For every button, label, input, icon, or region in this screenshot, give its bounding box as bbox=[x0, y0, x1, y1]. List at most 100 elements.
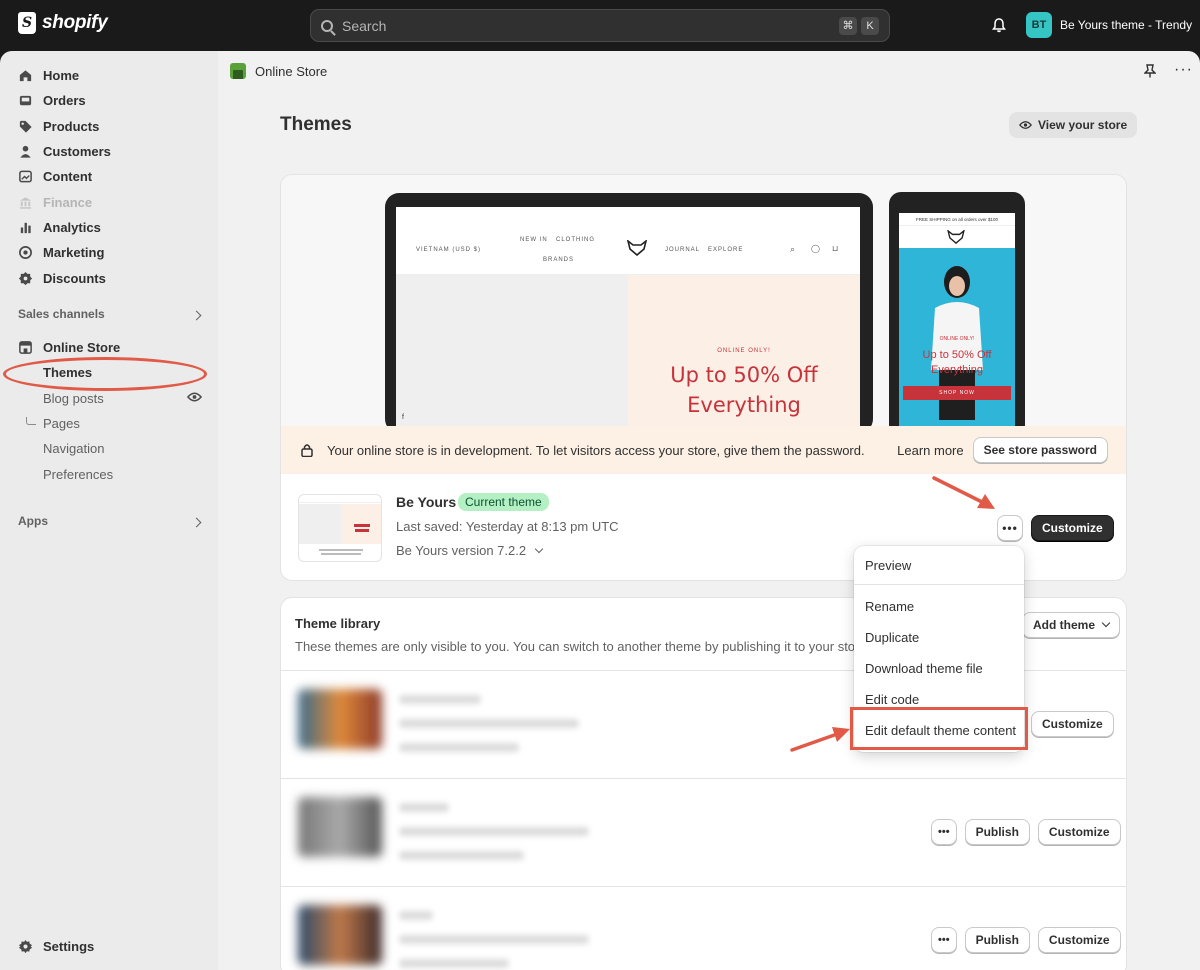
chevron-right-icon[interactable] bbox=[191, 517, 202, 528]
themes-annotation-oval bbox=[3, 357, 207, 391]
view-store-button[interactable]: View your store bbox=[1009, 112, 1138, 138]
library-customize-button[interactable]: Customize bbox=[1031, 711, 1114, 737]
menu-item-edit-code[interactable]: Edit code bbox=[865, 692, 919, 707]
shortcut-k-key: K bbox=[861, 16, 879, 35]
blurred-version bbox=[399, 959, 509, 968]
sidebar-item-marketing[interactable]: Marketing bbox=[18, 241, 104, 263]
store-switcher[interactable]: BT Be Yours theme - Trendy bbox=[1026, 12, 1192, 38]
sidebar-item-label: Finance bbox=[43, 194, 93, 210]
sidebar-item-finance: Finance bbox=[18, 191, 92, 213]
phone-promo-line2: Everything bbox=[931, 364, 983, 376]
top-bar: shopify ⌘ K BT Be Yours theme - Trendy bbox=[0, 0, 1200, 51]
annotation-arrow-icon bbox=[790, 727, 850, 752]
sidebar-item-settings[interactable]: Settings bbox=[18, 935, 94, 957]
blurred-theme-name bbox=[399, 911, 433, 920]
apps-label[interactable]: Apps bbox=[18, 514, 48, 528]
chevron-down-icon bbox=[534, 544, 544, 553]
sidebar-item-home[interactable]: Home bbox=[18, 64, 79, 86]
preview-nav-clothing: CLOTHING bbox=[556, 237, 596, 243]
preview-search-icon: ⌕ bbox=[790, 244, 797, 254]
current-theme-customize-button[interactable]: Customize bbox=[1031, 515, 1114, 541]
library-more-button[interactable]: ••• bbox=[931, 819, 957, 845]
bar-chart-icon bbox=[20, 222, 31, 233]
inbox-icon bbox=[19, 95, 32, 105]
sidebar-item-customers[interactable]: Customers bbox=[18, 140, 111, 162]
current-theme-card: VIETNAM (USD $) NEW IN CLOTHING BRANDS J… bbox=[280, 174, 1127, 581]
theme-preview: VIETNAM (USD $) NEW IN CLOTHING BRANDS J… bbox=[281, 175, 1126, 447]
phone-online-only: ONLINE ONLY! bbox=[939, 336, 975, 342]
sidebar-subitem-pages[interactable]: Pages bbox=[43, 416, 80, 431]
page-title: Themes bbox=[280, 114, 352, 135]
library-row-actions: ••• Publish Customize bbox=[931, 927, 1121, 953]
blurred-theme-name bbox=[399, 695, 481, 704]
chevron-right-icon[interactable] bbox=[191, 310, 202, 321]
library-publish-button[interactable]: Publish bbox=[964, 927, 1030, 953]
sidebar-item-products[interactable]: Products bbox=[18, 115, 99, 137]
see-store-password-button[interactable]: See store password bbox=[972, 437, 1108, 463]
menu-item-download-theme-file[interactable]: Download theme file bbox=[865, 661, 983, 676]
bell-icon[interactable] bbox=[991, 17, 1007, 33]
breadcrumb-label: Online Store bbox=[255, 63, 328, 79]
search-bar[interactable]: ⌘ K bbox=[310, 9, 890, 42]
sidebar-item-label: Online Store bbox=[43, 339, 121, 355]
sidebar-item-label: Marketing bbox=[43, 244, 105, 260]
preview-account-icon: ◯ bbox=[811, 244, 821, 253]
menu-item-duplicate[interactable]: Duplicate bbox=[865, 630, 919, 645]
sidebar-item-orders[interactable]: Orders bbox=[18, 89, 86, 111]
phone-promo-line1: Up to 50% Off bbox=[922, 349, 992, 361]
theme-version-selector[interactable]: Be Yours version 7.2.2 bbox=[396, 543, 544, 558]
sales-channels-label[interactable]: Sales channels bbox=[18, 307, 105, 321]
library-publish-button[interactable]: Publish bbox=[964, 819, 1030, 845]
sidebar-subitem-preferences[interactable]: Preferences bbox=[43, 467, 113, 482]
blurred-theme-thumbnail[interactable] bbox=[298, 905, 382, 965]
library-customize-button[interactable]: Customize bbox=[1037, 927, 1121, 953]
preview-left-panel: f✕℗◎ bbox=[396, 275, 628, 447]
blurred-theme-thumbnail[interactable] bbox=[298, 689, 382, 749]
current-theme-name: Be Yours bbox=[396, 494, 457, 510]
sidebar-item-content[interactable]: Content bbox=[18, 165, 92, 187]
sub-nav-arrow-icon bbox=[26, 417, 36, 425]
phone-mockup: FREE SHIPPING on all orders over $100 ON… bbox=[889, 192, 1025, 437]
shopify-logo[interactable]: shopify bbox=[18, 12, 108, 34]
sidebar-item-discounts[interactable]: Discounts bbox=[18, 267, 106, 289]
tag-icon bbox=[19, 120, 32, 133]
store-name: Be Yours theme - Trendy bbox=[1060, 18, 1193, 32]
sidebar-subitem-navigation[interactable]: Navigation bbox=[43, 441, 104, 456]
library-more-button[interactable]: ••• bbox=[931, 927, 957, 953]
library-row-actions: ••• Publish Customize bbox=[931, 819, 1121, 845]
breadcrumb[interactable]: Online Store bbox=[230, 63, 327, 79]
preview-nav-explore: EXPLORE bbox=[708, 247, 744, 253]
learn-more-link[interactable]: Learn more bbox=[897, 443, 963, 458]
image-icon bbox=[19, 170, 32, 182]
preview-promo-line2: Everything bbox=[687, 393, 801, 417]
current-theme-more-button[interactable]: ••• bbox=[997, 515, 1023, 541]
menu-item-preview[interactable]: Preview bbox=[865, 558, 911, 573]
sidebar-item-analytics[interactable]: Analytics bbox=[18, 216, 101, 238]
fox-logo-icon bbox=[627, 240, 647, 256]
preview-nav-journal: JOURNAL bbox=[665, 247, 701, 253]
eye-icon[interactable] bbox=[187, 391, 202, 403]
more-actions-icon[interactable]: ··· bbox=[1174, 61, 1193, 79]
menu-divider bbox=[854, 584, 1024, 585]
preview-promo-line1: Up to 50% Off bbox=[670, 363, 818, 387]
storefront-icon bbox=[19, 340, 32, 354]
preview-online-only: ONLINE ONLY! bbox=[717, 348, 771, 354]
laptop-preview-nav: VIETNAM (USD $) NEW IN CLOTHING BRANDS J… bbox=[396, 207, 860, 275]
library-customize-button[interactable]: Customize bbox=[1037, 819, 1121, 845]
search-input[interactable] bbox=[342, 17, 835, 34]
sidebar-item-label: Orders bbox=[43, 92, 86, 108]
pin-icon[interactable] bbox=[1144, 64, 1156, 78]
blurred-theme-thumbnail[interactable] bbox=[298, 797, 382, 857]
blurred-version bbox=[399, 851, 524, 860]
sidebar-item-label: Discounts bbox=[43, 270, 106, 286]
menu-item-rename[interactable]: Rename bbox=[865, 599, 914, 614]
phone-promo: Up to 50% Off Everything bbox=[899, 348, 1015, 378]
phone-screen: FREE SHIPPING on all orders over $100 ON… bbox=[899, 213, 1015, 433]
main-content: Online Store ··· Themes View your store … bbox=[218, 51, 1200, 970]
current-theme-thumbnail[interactable] bbox=[298, 494, 382, 562]
sidebar-item-online-store[interactable]: Online Store bbox=[18, 336, 120, 358]
sidebar-item-label: Customers bbox=[43, 143, 111, 159]
add-theme-button[interactable]: Add theme bbox=[1022, 612, 1121, 638]
blurred-theme-name bbox=[399, 803, 449, 812]
sidebar-subitem-blog-posts[interactable]: Blog posts bbox=[43, 391, 104, 406]
